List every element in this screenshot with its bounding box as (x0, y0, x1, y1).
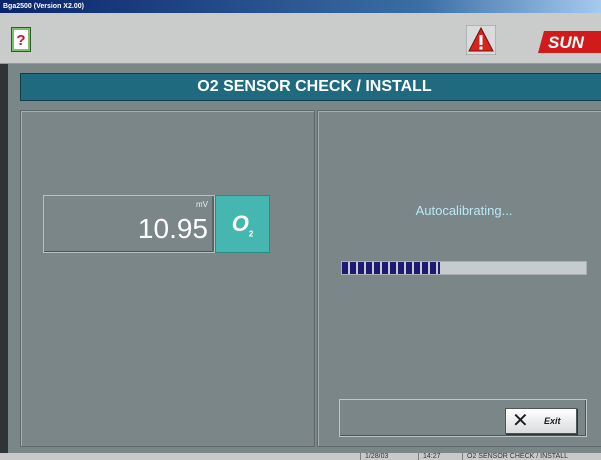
close-x-icon: ✕ (512, 410, 529, 432)
toolbar: ? SUN (0, 13, 601, 64)
page-title: O2 SENSOR CHECK / INSTALL (20, 73, 601, 101)
voltage-value: 10.95 (137, 213, 208, 244)
warning-triangle-icon[interactable] (465, 24, 497, 56)
calibration-status: Autocalibrating... (415, 203, 513, 218)
o2-subscript: 2 (248, 229, 254, 239)
calibration-progress-bar (341, 261, 587, 275)
exit-button[interactable]: ✕ Exit (505, 408, 577, 434)
status-bar: 1/28/03 14:27 O2 SENSOR CHECK / INSTALL (0, 453, 601, 460)
help-question-icon[interactable]: ? (11, 27, 31, 52)
status-date: 1/28/03 (360, 453, 388, 460)
window-title: Bga2500 (Version X2.00) (0, 0, 601, 13)
brand-logo: SUN (538, 31, 601, 53)
svg-text:?: ? (16, 32, 25, 49)
exit-button-label: Exit (544, 416, 561, 426)
exit-button-frame: ✕ Exit (339, 399, 587, 437)
sensor-reading-panel: mV 10.95 O2 (20, 110, 315, 447)
readout-divider (212, 196, 214, 252)
o2-sensor-badge: O2 (215, 195, 270, 253)
voltage-unit: mV (196, 200, 208, 209)
progress-fill (342, 262, 440, 274)
status-time: 14:27 (418, 453, 441, 460)
voltage-readout: mV 10.95 (43, 195, 215, 253)
calibration-panel: Autocalibrating... ✕ Exit (317, 110, 601, 447)
workspace: O2 SENSOR CHECK / INSTALL mV 10.95 O2 Au… (0, 64, 601, 460)
svg-text:SUN: SUN (548, 33, 585, 52)
o2-symbol: O (231, 211, 249, 236)
status-screen-name: O2 SENSOR CHECK / INSTALL (462, 453, 568, 460)
